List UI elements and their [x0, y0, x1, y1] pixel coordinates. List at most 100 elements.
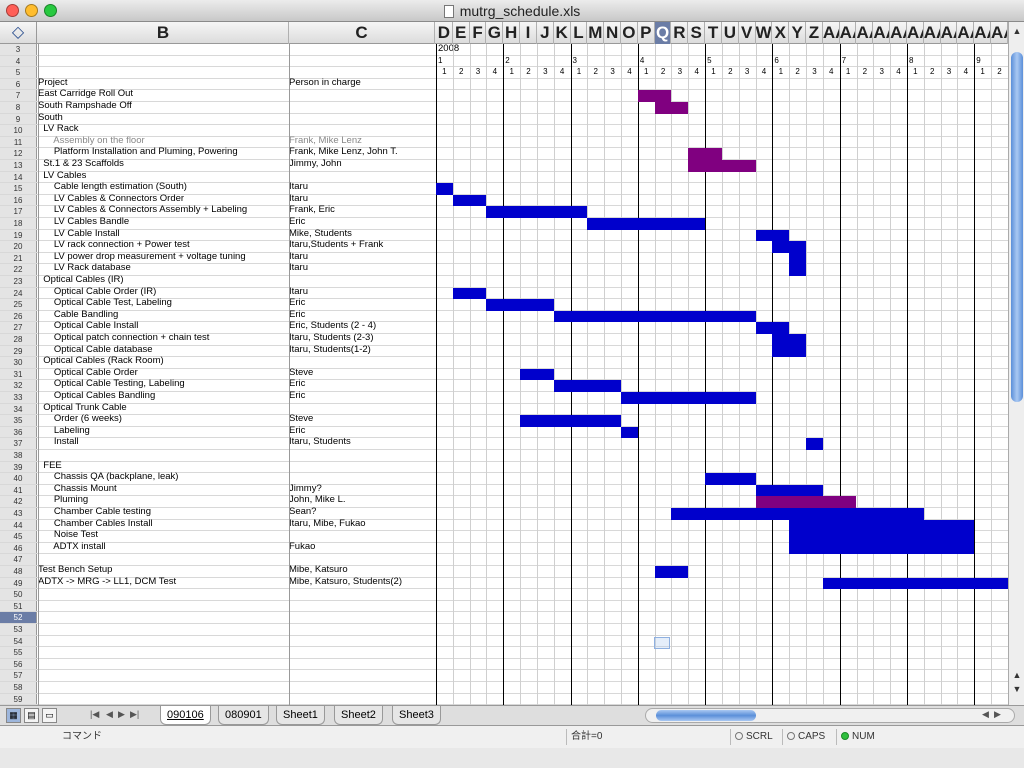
row-header[interactable]: 15 — [0, 183, 37, 194]
vertical-scrollbar[interactable]: ▲ ▲ ▼ — [1008, 22, 1024, 705]
person-in-charge-cell[interactable]: Person in charge — [289, 78, 435, 88]
person-in-charge-cell[interactable]: Eric — [289, 298, 435, 308]
column-header-k[interactable]: K — [554, 22, 571, 44]
person-in-charge-cell[interactable]: Sean? — [289, 507, 435, 517]
row-header[interactable]: 59 — [0, 693, 37, 705]
first-sheet-icon[interactable]: |◀ — [90, 709, 99, 720]
vertical-scroll-thumb[interactable] — [1011, 52, 1023, 402]
person-in-charge-cell[interactable]: Steve — [289, 414, 435, 424]
row-header[interactable]: 32 — [0, 380, 37, 391]
row-header[interactable]: 12 — [0, 148, 37, 159]
sheet-tab[interactable]: 090106 — [160, 706, 211, 725]
person-in-charge-cell[interactable]: Itaru, Mibe, Fukao — [289, 519, 435, 529]
person-in-charge-cell[interactable]: Mibe, Katsuro — [289, 565, 435, 575]
row-header[interactable]: 19 — [0, 229, 37, 241]
column-header-q[interactable]: Q — [654, 22, 672, 44]
task-name-cell[interactable]: South — [38, 113, 288, 123]
row-header[interactable]: 4 — [0, 55, 37, 67]
row-header[interactable]: 38 — [0, 450, 37, 461]
person-in-charge-cell[interactable]: Itaru — [289, 194, 435, 204]
column-header-v[interactable]: V — [739, 22, 756, 44]
task-name-cell[interactable]: Order (6 weeks) — [38, 414, 288, 424]
table-row[interactable]: 3 — [0, 44, 1008, 56]
row-header[interactable]: 39 — [0, 461, 37, 473]
table-row[interactable]: 56 — [0, 658, 1008, 671]
column-header-a[interactable]: AA — [840, 22, 857, 44]
person-in-charge-cell[interactable]: John, Mike L. — [289, 495, 435, 505]
person-in-charge-cell[interactable]: Itaru — [289, 287, 435, 297]
row-header[interactable]: 52 — [0, 612, 37, 623]
row-header[interactable]: 6 — [0, 78, 37, 90]
table-row[interactable]: 59 — [0, 693, 1008, 705]
row-header[interactable]: 48 — [0, 566, 37, 577]
row-header[interactable]: 35 — [0, 415, 37, 426]
table-row[interactable]: 54 — [0, 635, 1008, 648]
task-name-cell[interactable]: South Rampshade Off — [38, 101, 288, 111]
row-header[interactable]: 36 — [0, 426, 37, 438]
scroll-down-arrow-icon[interactable]: ▼ — [1011, 684, 1023, 696]
task-name-cell[interactable]: ADTX install — [38, 542, 288, 552]
task-name-cell[interactable]: East Carridge Roll Out — [38, 89, 288, 99]
column-header-l[interactable]: L — [571, 22, 588, 44]
row-header[interactable]: 33 — [0, 392, 37, 403]
row-header[interactable]: 41 — [0, 484, 37, 496]
person-in-charge-cell[interactable]: Itaru — [289, 252, 435, 262]
task-name-cell[interactable]: Optical Cable Order (IR) — [38, 287, 288, 297]
person-in-charge-cell[interactable]: Jimmy, John — [289, 159, 435, 169]
task-name-cell[interactable]: Chamber Cables Install — [38, 519, 288, 529]
column-header-a[interactable]: AA — [974, 22, 992, 44]
person-in-charge-cell[interactable]: Frank, Mike Lenz — [289, 136, 435, 146]
task-name-cell[interactable]: Optical Cable database — [38, 345, 288, 355]
column-header-o[interactable]: O — [621, 22, 638, 44]
row-header[interactable]: 44 — [0, 519, 37, 531]
page-layout-view-icon[interactable]: ▤ — [24, 708, 39, 723]
task-name-cell[interactable]: LV Rack database — [38, 263, 288, 273]
next-sheet-icon[interactable]: ▶ — [118, 709, 125, 720]
task-name-cell[interactable]: Project — [38, 78, 288, 88]
row-header[interactable]: 16 — [0, 194, 37, 206]
column-header-p[interactable]: P — [638, 22, 655, 44]
task-name-cell[interactable]: FEE — [38, 461, 288, 471]
task-name-cell[interactable]: ADTX -> MRG -> LL1, DCM Test — [38, 577, 288, 587]
task-name-cell[interactable]: Test Bench Setup — [38, 565, 288, 575]
task-name-cell[interactable]: LV Cables & Connectors Assembly + Labeli… — [38, 205, 288, 215]
task-name-cell[interactable]: Optical Cable Test, Labeling — [38, 298, 288, 308]
row-header[interactable]: 5 — [0, 67, 37, 78]
column-header-t[interactable]: T — [705, 22, 722, 44]
task-name-cell[interactable]: LV Rack — [38, 124, 288, 134]
row-header[interactable]: 58 — [0, 682, 37, 693]
person-in-charge-cell[interactable]: Itaru, Students (2-3) — [289, 333, 435, 343]
row-header[interactable]: 20 — [0, 241, 37, 252]
column-header-h[interactable]: H — [503, 22, 521, 44]
task-name-cell[interactable]: Chassis Mount — [38, 484, 288, 494]
task-name-cell[interactable]: Optical patch connection + chain test — [38, 333, 288, 343]
select-all-diamond-icon[interactable]: ◇ — [0, 22, 37, 44]
row-header[interactable]: 56 — [0, 658, 37, 670]
column-header-n[interactable]: N — [604, 22, 621, 44]
table-row[interactable]: 58 — [0, 682, 1008, 694]
column-header-a[interactable]: AA — [857, 22, 874, 44]
row-header[interactable]: 9 — [0, 113, 37, 125]
person-in-charge-cell[interactable]: Eric — [289, 379, 435, 389]
task-name-cell[interactable]: Optical Trunk Cable — [38, 403, 288, 413]
column-header-a[interactable]: AA — [924, 22, 941, 44]
task-name-cell[interactable]: Labeling — [38, 426, 288, 436]
person-in-charge-cell[interactable]: Steve — [289, 368, 435, 378]
person-in-charge-cell[interactable]: Mike, Students — [289, 229, 435, 239]
row-header[interactable]: 40 — [0, 473, 37, 484]
person-in-charge-cell[interactable]: Itaru — [289, 182, 435, 192]
task-name-cell[interactable]: St.1 & 23 Scaffolds — [38, 159, 288, 169]
person-in-charge-cell[interactable]: Eric — [289, 217, 435, 227]
person-in-charge-cell[interactable]: Eric — [289, 310, 435, 320]
row-header[interactable]: 17 — [0, 206, 37, 217]
scroll-up-arrow-icon[interactable]: ▲ — [1011, 26, 1023, 38]
column-header-a[interactable]: AA — [823, 22, 840, 44]
row-header[interactable]: 29 — [0, 345, 37, 357]
column-header-z[interactable]: Z — [806, 22, 823, 44]
task-name-cell[interactable]: Chamber Cable testing — [38, 507, 288, 517]
row-header[interactable]: 13 — [0, 160, 37, 171]
task-name-cell[interactable]: LV Cables & Connectors Order — [38, 194, 288, 204]
row-header[interactable]: 54 — [0, 635, 37, 647]
column-header-j[interactable]: J — [537, 22, 554, 44]
column-header-w[interactable]: W — [756, 22, 773, 44]
